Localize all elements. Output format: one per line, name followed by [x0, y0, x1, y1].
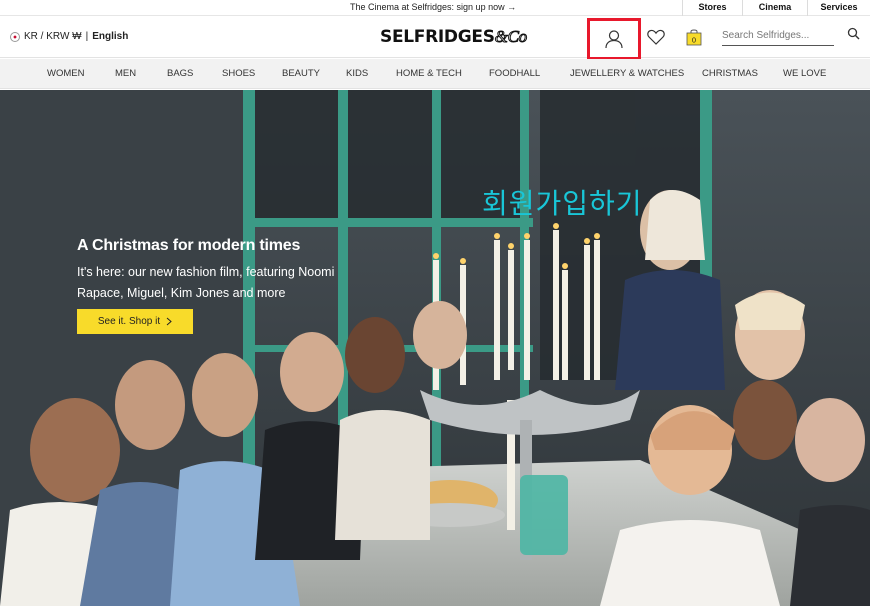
- shopping-bag-button[interactable]: 0: [683, 26, 705, 48]
- nav-home-tech[interactable]: HOME & TECH: [396, 68, 462, 79]
- logo-suffix: &Co: [494, 27, 527, 47]
- stores-link[interactable]: Stores: [682, 0, 742, 16]
- nav-women[interactable]: WOMEN: [47, 68, 84, 79]
- search-input[interactable]: [722, 26, 834, 46]
- site-header: KR / KRW ₩ | English SELFRIDGES&Co 0: [0, 16, 870, 60]
- cta-label: See it. Shop it: [97, 316, 161, 327]
- heart-icon: [647, 29, 665, 45]
- nav-beauty[interactable]: BEAUTY: [282, 68, 320, 79]
- main-navigation: WOMEN MEN BAGS SHOES BEAUTY KIDS HOME & …: [0, 59, 870, 89]
- utility-links: Stores Cinema Services: [682, 0, 870, 16]
- nav-kids[interactable]: KIDS: [346, 68, 368, 79]
- bag-count: 0: [692, 36, 696, 45]
- hero-scene-image: [0, 90, 870, 606]
- search-box: [722, 25, 862, 47]
- nav-jewellery-watches[interactable]: JEWELLERY & WATCHES: [570, 68, 684, 79]
- signup-annotation: 회원가입하기: [482, 187, 643, 220]
- services-link[interactable]: Services: [807, 0, 870, 16]
- promo-bar: The Cinema at Selfridges: sign up now → …: [0, 0, 870, 16]
- language-label: English: [92, 31, 129, 42]
- shopping-bag-icon: 0: [686, 29, 702, 46]
- wishlist-button[interactable]: [645, 26, 667, 48]
- search-icon[interactable]: [847, 27, 860, 45]
- nav-foodhall[interactable]: FOODHALL: [489, 68, 540, 79]
- promo-link[interactable]: The Cinema at Selfridges: sign up now →: [350, 2, 516, 12]
- nav-shoes[interactable]: SHOES: [222, 68, 255, 79]
- locale-selector[interactable]: KR / KRW ₩ | English: [10, 31, 128, 42]
- cinema-link[interactable]: Cinema: [742, 0, 807, 16]
- locale-currency: KR / KRW ₩: [24, 31, 82, 42]
- hero-banner[interactable]: A Christmas for modern times It's here: …: [0, 90, 870, 606]
- locale-divider: |: [85, 31, 89, 42]
- nav-christmas[interactable]: CHRISTMAS: [702, 68, 758, 79]
- see-it-shop-it-button[interactable]: See it. Shop it: [77, 309, 193, 334]
- hero-title: A Christmas for modern times: [77, 237, 301, 254]
- nav-bags[interactable]: BAGS: [167, 68, 193, 79]
- account-button[interactable]: [587, 18, 641, 60]
- logo-wordmark: SELFRIDGES: [380, 27, 495, 47]
- chevron-right-icon: [166, 317, 172, 326]
- korea-flag-icon: [10, 31, 20, 42]
- user-icon: [605, 30, 623, 49]
- nav-we-love[interactable]: WE LOVE: [783, 68, 826, 79]
- selfridges-logo[interactable]: SELFRIDGES&Co: [380, 27, 528, 48]
- hero-subtitle: It's here: our new fashion film, featuri…: [77, 265, 335, 300]
- nav-men[interactable]: MEN: [115, 68, 136, 79]
